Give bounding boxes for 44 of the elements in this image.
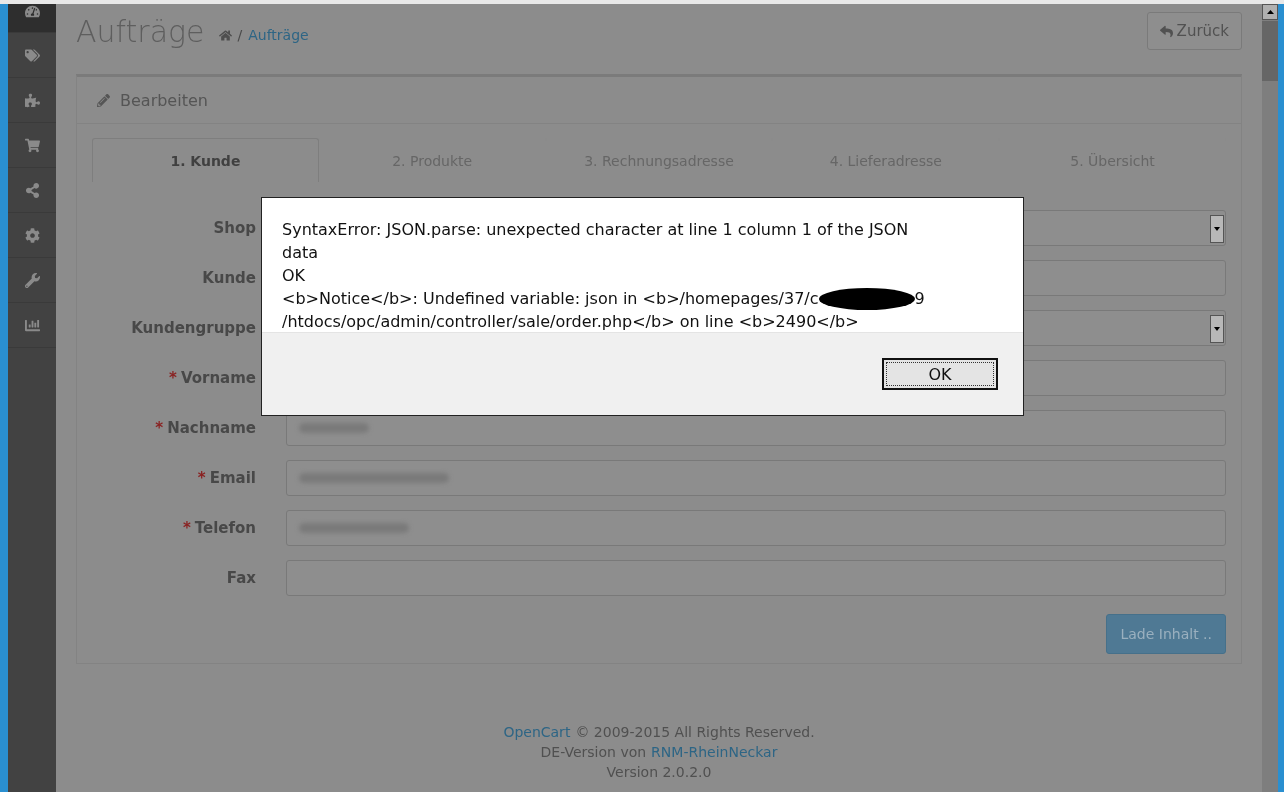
- message-text: /htdocs/opc/admin/controller/sale/order.php</b> on line <b>2490</b>: [282, 311, 859, 333]
- sidebar-item[interactable]: [8, 4, 56, 33]
- message-text: OK: [282, 265, 306, 287]
- dashboard-icon: [24, 4, 40, 19]
- field-label: Kundengruppe: [131, 319, 256, 337]
- back-button[interactable]: Zurück: [1146, 12, 1242, 50]
- breadcrumb-link[interactable]: Aufträge: [248, 27, 309, 43]
- field-label: Shop: [213, 219, 256, 237]
- field-label: Email: [209, 469, 256, 487]
- scroll-up-icon[interactable]: [1262, 4, 1278, 20]
- opencart-link[interactable]: OpenCart: [503, 724, 571, 740]
- version-text: Version 2.0.2.0: [606, 764, 712, 780]
- field-label: Nachname: [167, 419, 256, 437]
- version-credit-text: DE-Version von: [540, 744, 647, 760]
- tab[interactable]: 1. Kunde: [92, 138, 319, 182]
- field-label: Telefon: [194, 519, 256, 537]
- scrollbar[interactable]: [1262, 4, 1278, 792]
- cart-icon: [24, 137, 40, 153]
- field-label: Kunde: [202, 269, 256, 287]
- message-text: <b>Notice</b>: Undefined variable: json in <b>/homepages/37/c: [282, 288, 819, 310]
- required-mark: *: [182, 519, 191, 537]
- breadcrumb-separator: /: [237, 27, 243, 43]
- bar-chart-icon: [24, 317, 40, 333]
- scroll-thumb[interactable]: [1262, 21, 1278, 81]
- field-label: Fax: [226, 569, 256, 587]
- home-icon[interactable]: [218, 28, 232, 42]
- required-mark: *: [155, 419, 164, 437]
- credit-link[interactable]: RNM-RheinNeckar: [651, 744, 778, 760]
- required-mark: *: [197, 469, 206, 487]
- message-text: data: [282, 242, 319, 264]
- pencil-icon: [97, 93, 110, 107]
- tags-icon: [24, 47, 40, 63]
- reply-icon: [1159, 24, 1173, 38]
- field-label: Vorname: [180, 369, 256, 387]
- copyright-text: © 2009-2015 All Rights Reserved.: [575, 724, 815, 740]
- share-icon: [24, 182, 40, 198]
- settings-icon: [24, 227, 40, 243]
- required-mark: *: [169, 369, 177, 387]
- message-text: 9: [914, 288, 925, 310]
- ok-button[interactable]: OK: [882, 358, 998, 390]
- load-content-button[interactable]: Lade Inhalt ..: [1106, 614, 1226, 654]
- wrench-icon: [24, 272, 40, 288]
- message-text: SyntaxError: JSON.parse: unexpected character at line 1 column 1 of the JSON: [282, 219, 909, 241]
- puzzle-icon: [24, 92, 40, 108]
